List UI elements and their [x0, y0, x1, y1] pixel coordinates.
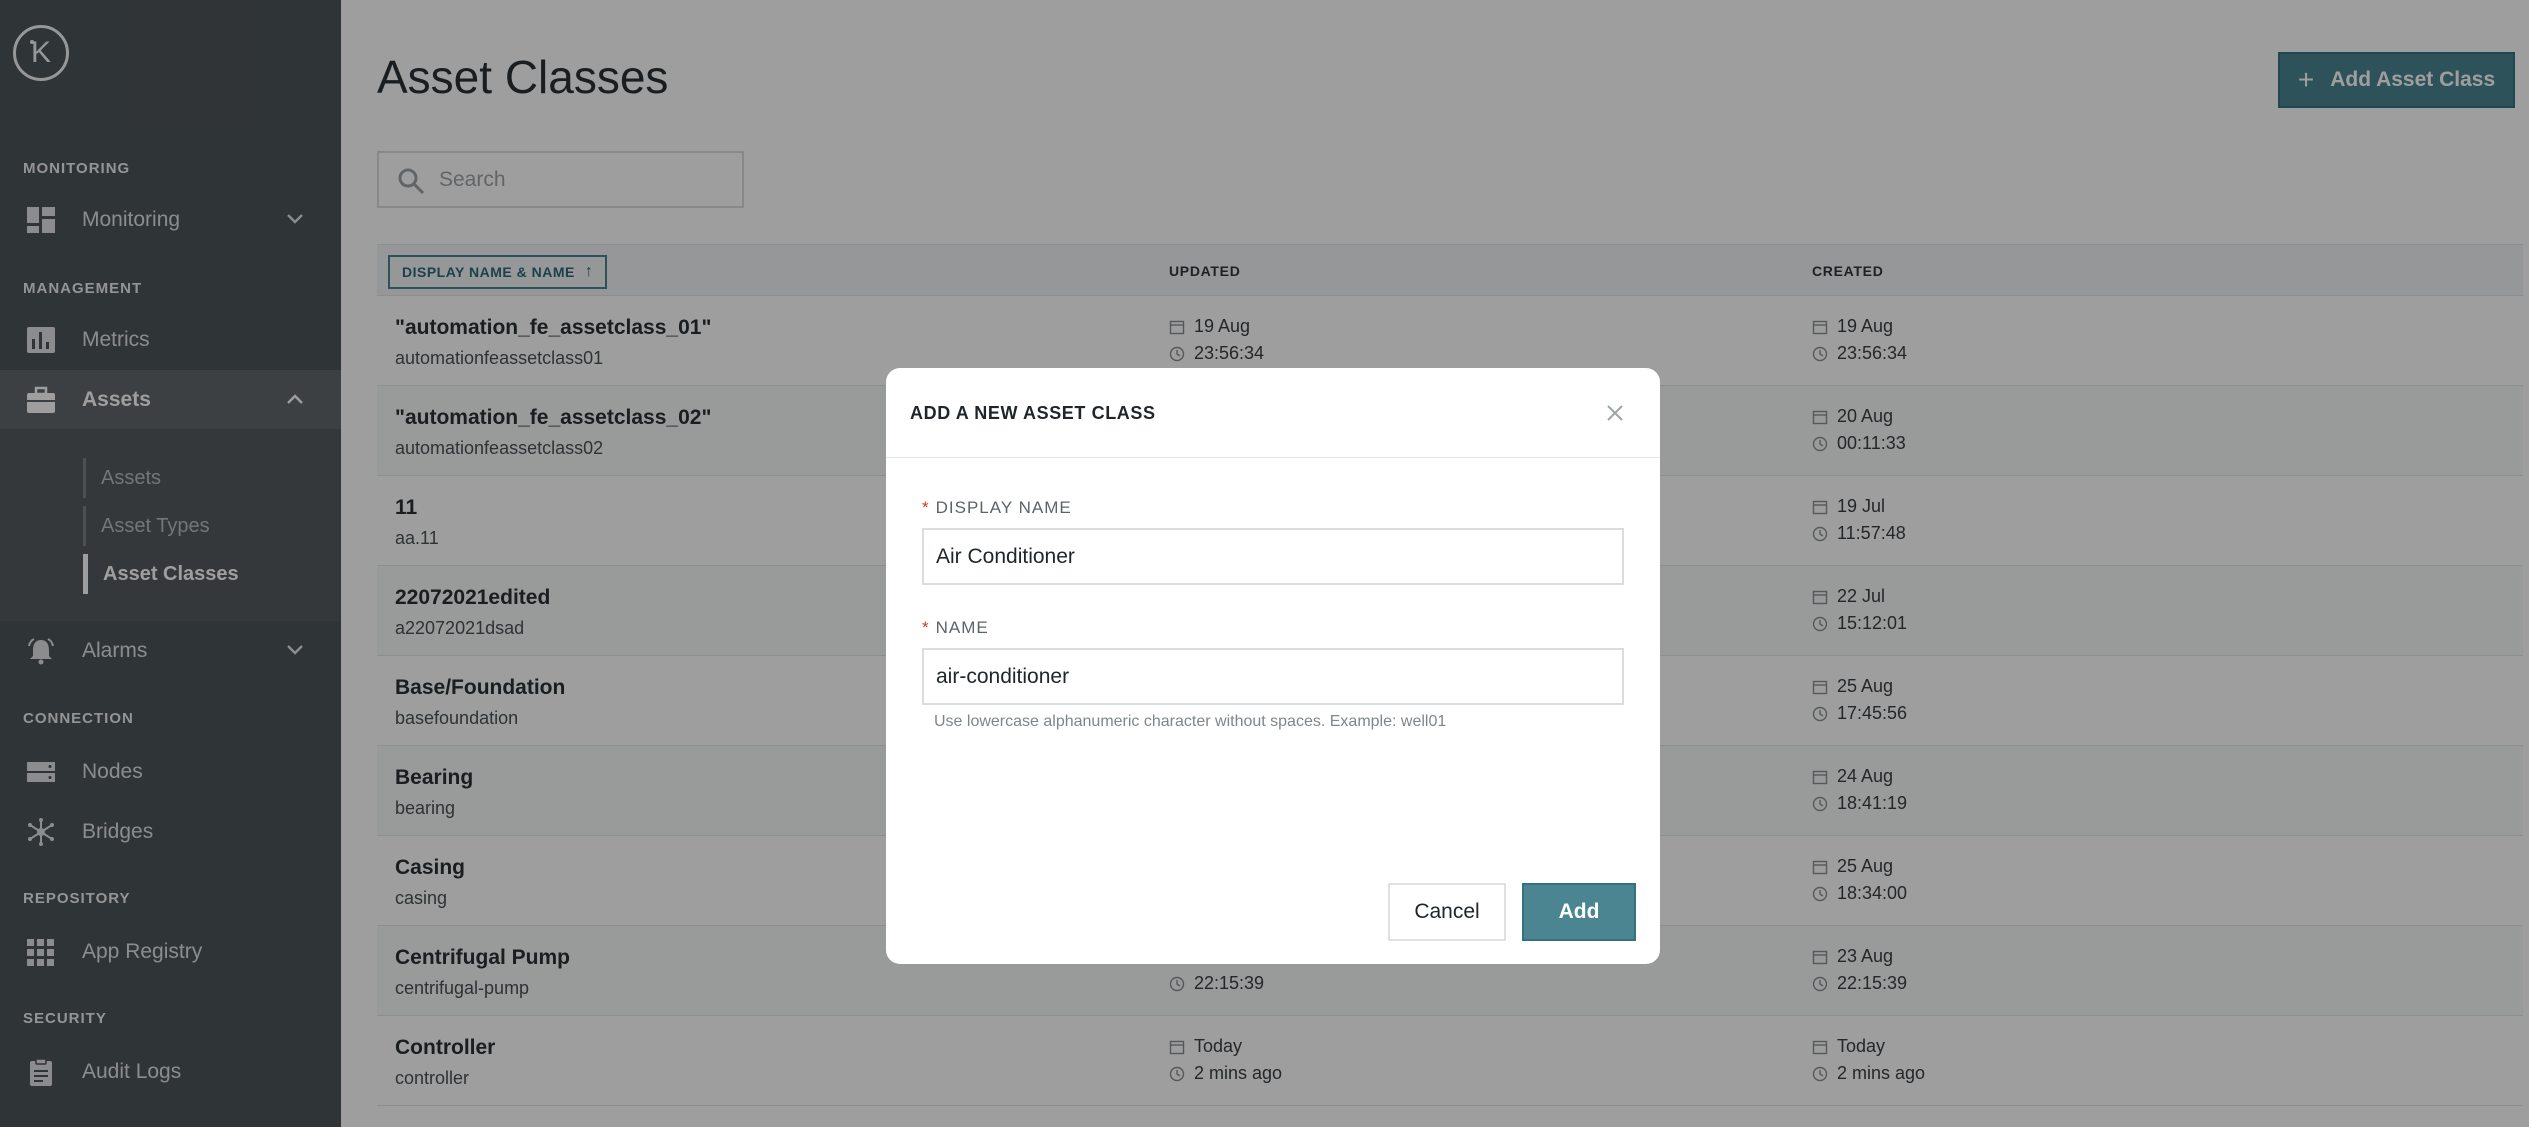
add-asset-class-dialog: ADD A NEW ASSET CLASS * DISPLAY NAME * NAM…: [886, 368, 1660, 964]
dialog-title: ADD A NEW ASSET CLASS: [910, 403, 1156, 423]
name-label: * NAME: [922, 618, 989, 638]
display-name-field: [922, 528, 1624, 585]
display-name-label-text: DISPLAY NAME: [935, 498, 1072, 517]
name-hint: Use lowercase alphanumeric character wit…: [934, 713, 1447, 730]
display-name-label: * DISPLAY NAME: [922, 498, 1072, 518]
dialog-header: ADD A NEW ASSET CLASS: [886, 368, 1660, 458]
name-input[interactable]: [936, 663, 1606, 691]
required-mark: *: [922, 498, 930, 517]
add-button[interactable]: Add: [1522, 883, 1636, 941]
display-name-input[interactable]: [936, 543, 1606, 571]
cancel-button[interactable]: Cancel: [1388, 883, 1506, 941]
name-label-text: NAME: [935, 618, 989, 637]
required-mark: *: [922, 618, 930, 637]
close-icon[interactable]: [1600, 398, 1630, 428]
name-field: [922, 648, 1624, 705]
